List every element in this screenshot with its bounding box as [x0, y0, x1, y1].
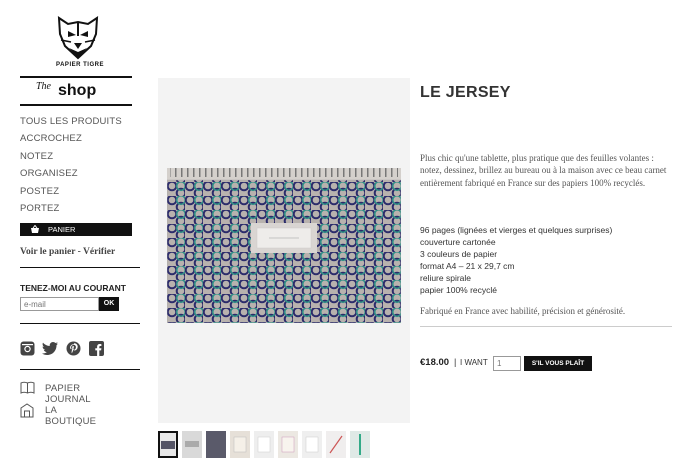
brand-name: PAPIER TIGRE — [56, 62, 104, 68]
nav-item-notez[interactable]: NOTEZ — [20, 148, 122, 165]
divider — [20, 267, 140, 268]
cart-button[interactable]: PANIER — [20, 223, 132, 236]
spec-line: 3 couleurs de papier — [420, 249, 498, 259]
product-image[interactable] — [158, 78, 410, 423]
i-want-label: I WANT — [460, 358, 488, 367]
shop-prefix: The — [36, 81, 51, 92]
category-nav: TOUS LES PRODUITS ACCROCHEZ NOTEZ ORGANI… — [20, 113, 122, 217]
nav-item-all-products[interactable]: TOUS LES PRODUITS — [20, 113, 122, 130]
newsletter-email-input[interactable] — [20, 297, 99, 311]
facebook-icon[interactable] — [89, 341, 104, 356]
thumbnail[interactable] — [278, 431, 298, 458]
thumbnail[interactable] — [254, 431, 274, 458]
shop-header[interactable]: The shop — [20, 76, 132, 106]
thumbnail[interactable] — [230, 431, 250, 458]
pinterest-icon[interactable] — [66, 341, 81, 356]
papier-journal-label: PAPIER JOURNAL — [45, 383, 91, 405]
cart-button-label: PANIER — [48, 225, 76, 234]
shop-title: shop — [58, 82, 97, 99]
spec-line: format A4 – 21 x 29,7 cm — [420, 261, 515, 271]
nav-item-postez[interactable]: POSTEZ — [20, 183, 122, 200]
nav-item-organisez[interactable]: ORGANISEZ — [20, 165, 122, 182]
product-specs: 96 pages (lignées et vierges et quelques… — [420, 224, 675, 296]
twitter-icon[interactable] — [42, 341, 58, 356]
notebook-photo — [166, 168, 402, 324]
spec-line: 96 pages (lignées et vierges et quelques… — [420, 225, 613, 235]
newsletter-submit-button[interactable]: OK — [99, 297, 119, 311]
nav-item-accrochez[interactable]: ACCROCHEZ — [20, 130, 122, 147]
divider — [20, 369, 140, 370]
spec-line: reliure spirale — [420, 273, 472, 283]
divider — [20, 323, 140, 324]
tiger-logo-icon[interactable] — [50, 16, 106, 60]
product-price: €18.00 — [420, 357, 450, 368]
product-description: Plus chic qu'une tablette, plus pratique… — [420, 153, 667, 188]
nav-item-portez[interactable]: PORTEZ — [20, 200, 122, 217]
thumbnail[interactable] — [158, 431, 178, 458]
product-title: LE JERSEY — [420, 84, 511, 101]
shop-icon — [20, 403, 34, 418]
separator: | — [454, 357, 457, 367]
thumbnail[interactable] — [326, 431, 346, 458]
made-in-france: Fabriqué en France avec habilité, précis… — [420, 306, 626, 316]
newsletter-label: TENEZ-MOI AU COURANT — [20, 283, 126, 293]
instagram-icon[interactable] — [20, 341, 35, 356]
book-icon — [20, 381, 35, 395]
add-to-cart-button[interactable]: S'IL VOUS PLAÎT — [524, 356, 592, 371]
divider — [420, 326, 672, 327]
basket-icon — [30, 223, 40, 238]
spec-line: papier 100% recyclé — [420, 285, 498, 295]
thumbnail[interactable] — [350, 431, 370, 458]
cart-links[interactable]: Voir le panier - Vérifier — [20, 247, 115, 257]
spec-line: couverture cartonée — [420, 237, 496, 247]
thumbnail[interactable] — [302, 431, 322, 458]
thumbnail[interactable] — [206, 431, 226, 458]
quantity-input[interactable] — [493, 356, 521, 371]
la-boutique-label: LA BOUTIQUE — [45, 405, 97, 427]
thumbnail[interactable] — [182, 431, 202, 458]
